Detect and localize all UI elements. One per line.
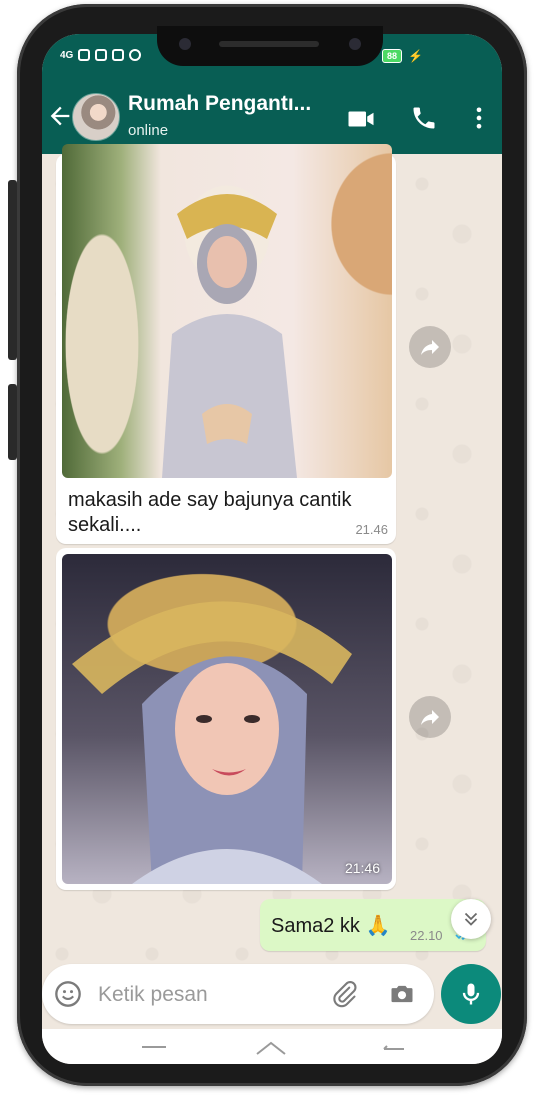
camera-icon[interactable] xyxy=(388,980,416,1008)
share-arrow-icon xyxy=(421,340,439,355)
double-chevron-down-icon xyxy=(464,912,478,926)
bride-figure xyxy=(162,194,297,478)
avatar[interactable] xyxy=(72,93,120,141)
emoji-icon[interactable] xyxy=(54,980,82,1008)
message-bubble[interactable]: 21:46 xyxy=(56,548,396,890)
whatsapp-icon xyxy=(129,49,142,61)
message-photo[interactable] xyxy=(62,144,392,478)
chat-header: Rumah Pengantı... online xyxy=(42,80,502,154)
charging-icon: ⚡ xyxy=(408,49,423,63)
message-time: 21.46 xyxy=(355,522,388,537)
app-screen: 4G 88 ⚡ Rumah Pengantı... online makasih… xyxy=(42,34,502,1064)
scroll-to-bottom-button[interactable] xyxy=(451,899,491,939)
bride-portrait xyxy=(72,601,352,884)
message-time: 21:46 xyxy=(344,860,380,876)
back-icon[interactable] xyxy=(382,1045,406,1057)
volume-button xyxy=(8,180,17,360)
front-sensor xyxy=(349,38,361,50)
menu-lines-icon[interactable] xyxy=(142,1045,166,1057)
voice-record-button[interactable] xyxy=(441,964,501,1024)
message-caption: makasih ade say bajunya cantik sekali...… xyxy=(68,489,352,536)
network-label: 4G xyxy=(60,49,74,61)
front-camera xyxy=(179,38,191,50)
system-navigation-bar xyxy=(42,1029,502,1064)
power-button xyxy=(8,384,17,460)
mic-icon xyxy=(462,983,480,1005)
more-vert-icon[interactable] xyxy=(465,104,493,132)
home-icon[interactable] xyxy=(256,1041,286,1055)
message-time: 22.10 xyxy=(410,928,443,943)
battery-indicator: 88 xyxy=(382,49,403,63)
message-input-bar xyxy=(42,964,434,1024)
screen-notch xyxy=(157,26,383,66)
arrow-left-icon[interactable] xyxy=(46,102,74,130)
instagram-icon xyxy=(78,49,91,61)
contact-status: online xyxy=(128,122,169,139)
forward-button[interactable] xyxy=(409,696,451,738)
forward-button[interactable] xyxy=(409,326,451,368)
message-bubble[interactable]: makasih ade say bajunya cantik sekali...… xyxy=(56,144,396,544)
message-input[interactable] xyxy=(96,980,300,1010)
share-arrow-icon xyxy=(421,710,439,725)
chat-area[interactable]: makasih ade say bajunya cantik sekali...… xyxy=(42,144,502,1024)
phone-icon[interactable] xyxy=(410,104,438,132)
message-photo[interactable]: 21:46 xyxy=(62,554,392,884)
facebook-icon xyxy=(95,49,108,61)
paperclip-icon[interactable] xyxy=(330,980,358,1008)
message-text: Sama2 kk 🙏 xyxy=(271,915,391,937)
contact-name[interactable]: Rumah Pengantı... xyxy=(128,92,311,116)
earpiece-speaker xyxy=(219,41,319,47)
video-camera-icon[interactable] xyxy=(346,104,376,134)
facebook-icon xyxy=(112,49,125,61)
